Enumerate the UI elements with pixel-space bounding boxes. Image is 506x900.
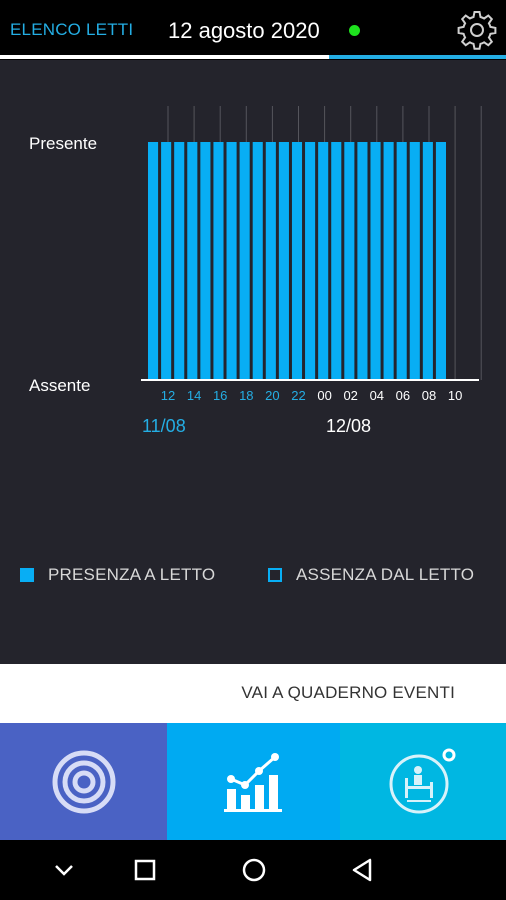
x-tick-label: 14 bbox=[187, 388, 201, 403]
chart-bar bbox=[213, 142, 224, 380]
legend-absent-label: ASSENZA DAL LETTO bbox=[296, 565, 475, 584]
chart-bar bbox=[383, 142, 394, 380]
app-title[interactable]: ELENCO LETTI bbox=[10, 20, 133, 40]
gear-icon[interactable] bbox=[456, 9, 498, 51]
chart-bar bbox=[265, 142, 276, 380]
target-icon bbox=[52, 750, 115, 813]
chart-bar bbox=[174, 142, 185, 380]
sync-progress-fill bbox=[0, 55, 329, 59]
legend-absent-swatch bbox=[268, 568, 282, 582]
events-notebook-link[interactable]: VAI A QUADERNO EVENTI bbox=[241, 683, 455, 703]
x-tick-label: 06 bbox=[396, 388, 410, 403]
system-nav-bar bbox=[0, 840, 506, 900]
date-label-end: 12/08 bbox=[326, 416, 372, 436]
x-tick-label: 04 bbox=[370, 388, 384, 403]
chart-bar bbox=[409, 142, 420, 380]
status-dot bbox=[349, 25, 360, 36]
growth-chart-icon bbox=[223, 752, 282, 812]
x-tick-label: 02 bbox=[343, 388, 357, 403]
tab-overview[interactable] bbox=[0, 723, 167, 840]
legend-absent: ASSENZA DAL LETTO bbox=[268, 564, 474, 586]
chart-bar bbox=[344, 142, 355, 380]
x-tick-label: 12 bbox=[161, 388, 175, 403]
x-tick-label: 10 bbox=[448, 388, 462, 403]
date-label-start: 11/08 bbox=[142, 416, 186, 436]
chart-bar bbox=[291, 142, 303, 380]
current-date: 12 agosto 2020 bbox=[168, 18, 320, 43]
legend-present-swatch bbox=[20, 568, 34, 582]
chart-bar bbox=[239, 142, 250, 380]
x-tick-label: 00 bbox=[317, 388, 331, 403]
events-link-bar: VAI A QUADERNO EVENTI bbox=[0, 664, 506, 723]
x-tick-label: 20 bbox=[265, 388, 279, 403]
triangle-back-icon[interactable] bbox=[344, 852, 380, 888]
chart-bar bbox=[331, 142, 342, 380]
chart-panel: Presente Assente 12 14 16 18 20 22 00 02 04 06 08 1… bbox=[0, 60, 506, 664]
presence-chart: 12 14 16 18 20 22 00 02 04 06 08 10 bbox=[141, 106, 482, 403]
chart-bar bbox=[305, 142, 316, 380]
sync-progress-bar bbox=[0, 55, 506, 59]
chevron-down-icon[interactable] bbox=[46, 852, 82, 888]
chart-bar bbox=[357, 142, 368, 380]
legend-present: PRESENZA A LETTO bbox=[20, 564, 215, 586]
chart-bar bbox=[252, 142, 263, 380]
x-tick-label: 16 bbox=[213, 388, 227, 403]
circle-icon[interactable] bbox=[236, 852, 272, 888]
square-icon[interactable] bbox=[127, 852, 163, 888]
chart-bar bbox=[148, 142, 159, 380]
chart-bar bbox=[187, 142, 198, 380]
chart-bar bbox=[278, 142, 289, 380]
bottom-tab-bar bbox=[0, 723, 506, 840]
chart-bar bbox=[226, 142, 237, 380]
chart-bar bbox=[318, 142, 329, 380]
x-tick-label: 08 bbox=[422, 388, 436, 403]
chart-bar bbox=[161, 142, 172, 380]
chart-bar bbox=[396, 142, 407, 380]
patient-bed-icon bbox=[389, 748, 456, 813]
chart-bar bbox=[200, 142, 211, 380]
chart-bar bbox=[435, 142, 446, 380]
x-tick-label: 18 bbox=[239, 388, 253, 403]
x-tick-label: 22 bbox=[291, 388, 305, 403]
chart-bar bbox=[370, 142, 381, 380]
chart-bar bbox=[422, 142, 433, 380]
tab-patient-bed[interactable] bbox=[340, 723, 506, 840]
top-bar: ELENCO LETTI 12 agosto 2020 bbox=[0, 0, 506, 60]
tab-statistics[interactable] bbox=[167, 723, 340, 840]
legend-present-label: PRESENZA A LETTO bbox=[48, 565, 216, 584]
